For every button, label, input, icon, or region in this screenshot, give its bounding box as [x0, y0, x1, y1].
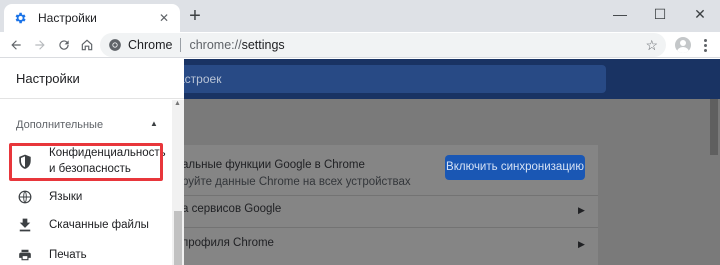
back-icon[interactable]: [5, 34, 27, 56]
chevron-right-icon: ▶: [578, 205, 585, 215]
new-tab-button[interactable]: +: [184, 6, 206, 28]
sync-card-title: альные функции Google в Chrome: [182, 159, 365, 171]
chevron-right-icon: ▶: [578, 239, 585, 249]
caret-up-icon[interactable]: ▲: [150, 119, 160, 129]
download-icon: [17, 217, 33, 233]
url-path: settings: [241, 38, 285, 52]
home-icon[interactable]: [76, 34, 98, 56]
address-bar[interactable]: Chrome chrome:// settings ☆: [100, 33, 666, 57]
sidebar-item-label: Скачанные файлы: [49, 219, 149, 231]
sidebar-item-downloads[interactable]: Скачанные файлы: [0, 217, 172, 233]
gear-icon: [12, 10, 28, 26]
sidebar-item-languages[interactable]: Языки: [0, 189, 172, 205]
site-name: Chrome: [128, 38, 173, 52]
drawer-scrollbar-thumb[interactable]: [174, 211, 182, 265]
drawer-title: Настройки: [16, 71, 80, 86]
profile-avatar[interactable]: [675, 37, 691, 53]
divider: [172, 227, 598, 228]
tab-title: Настройки: [38, 11, 97, 25]
settings-search-input[interactable]: астроек: [172, 65, 606, 93]
advanced-section-toggle[interactable]: Дополнительные: [16, 119, 103, 131]
close-tab-icon[interactable]: ✕: [156, 11, 172, 25]
page-scrollbar-thumb[interactable]: [710, 99, 718, 155]
globe-icon: [17, 189, 33, 205]
omnibox-separator: [180, 38, 182, 52]
sync-card-subtitle: руйте данные Chrome на всех устройствах: [182, 176, 411, 188]
google-services-link[interactable]: а сервисов Google: [182, 203, 281, 215]
minimize-button[interactable]: —: [600, 0, 640, 28]
tab-settings[interactable]: Настройки ✕: [4, 4, 180, 32]
sync-card: альные функции Google в Chrome руйте дан…: [172, 145, 598, 265]
forward-icon[interactable]: [29, 34, 51, 56]
sidebar-item-label: Языки: [49, 191, 83, 203]
drawer-header: Настройки: [0, 59, 184, 99]
menu-icon[interactable]: [699, 35, 711, 55]
print-icon: [17, 247, 33, 263]
enable-sync-button[interactable]: Включить синхронизацию: [445, 155, 585, 180]
reload-icon[interactable]: [53, 34, 75, 56]
close-window-button[interactable]: ✕: [680, 0, 720, 28]
title-bar: Настройки ✕ + — ☐ ✕: [0, 0, 720, 32]
maximize-button[interactable]: ☐: [640, 0, 680, 28]
sidebar-item-printing[interactable]: Печать: [0, 247, 172, 263]
scroll-up-arrow-icon[interactable]: ▲: [174, 100, 181, 107]
chrome-profile-link[interactable]: профиля Chrome: [182, 237, 274, 249]
sidebar-item-label: Печать: [49, 249, 87, 261]
url-scheme: chrome://: [189, 38, 242, 52]
chrome-icon: [108, 38, 122, 52]
bookmark-star-icon[interactable]: ☆: [645, 37, 658, 54]
highlight-box: [9, 143, 163, 181]
toolbar: Chrome chrome:// settings ☆: [0, 32, 720, 58]
divider: [172, 195, 598, 196]
